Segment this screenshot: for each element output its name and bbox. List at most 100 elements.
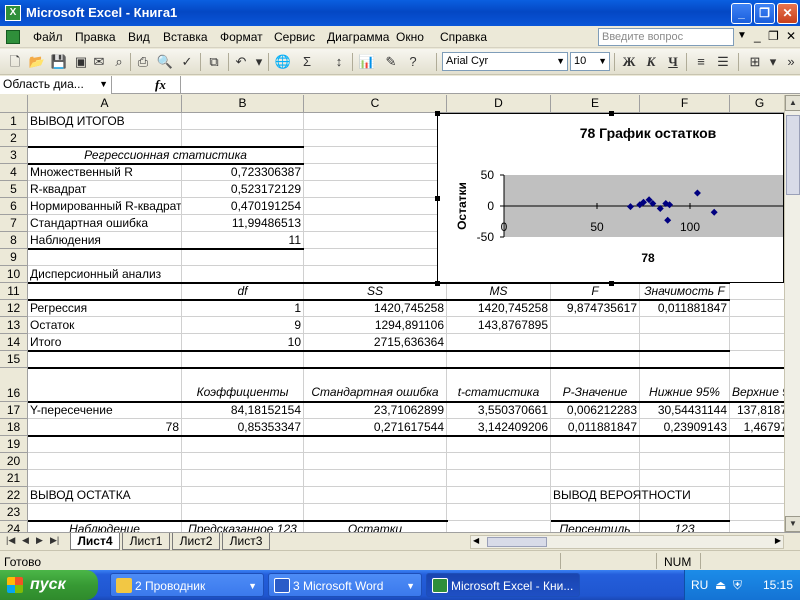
chevron-down-icon[interactable]: ▼ (737, 30, 747, 41)
row-header-18[interactable]: 18 (0, 419, 28, 436)
cell-e19[interactable] (551, 436, 640, 453)
language-indicator[interactable]: RU (691, 578, 708, 592)
cell-b6[interactable]: 0,470191254 (182, 198, 304, 215)
scroll-up-icon[interactable]: ▲ (785, 95, 800, 111)
last-sheet-icon[interactable]: ▶| (50, 535, 59, 546)
menu-window[interactable]: Окно (396, 30, 424, 44)
row-header-15[interactable]: 15 (0, 351, 28, 368)
cell-c5[interactable] (304, 181, 447, 198)
cell-c19[interactable] (304, 436, 447, 453)
cell-f17[interactable]: 30,54431144 (640, 402, 730, 419)
function-icon[interactable]: fx (155, 77, 166, 93)
copy-icon[interactable]: ⧉ (205, 53, 223, 71)
menu-chart[interactable]: Диаграмма (327, 30, 389, 44)
column-header-f[interactable]: F (640, 95, 730, 113)
cell-a24[interactable]: Наблюдение (28, 521, 182, 532)
cell-c14[interactable]: 2715,636364 (304, 334, 447, 351)
cell-e15[interactable] (551, 351, 640, 368)
cell-f19[interactable] (640, 436, 730, 453)
font-size-select[interactable]: 10 ▼ (570, 52, 610, 71)
cell-e18[interactable]: 0,011881847 (551, 419, 640, 436)
row-header-12[interactable]: 12 (0, 300, 28, 317)
align-center-icon[interactable]: ☰ (714, 53, 732, 71)
cell-c21[interactable] (304, 470, 447, 487)
row-header-1[interactable]: 1 (0, 113, 28, 130)
italic-button[interactable]: К (642, 53, 660, 71)
undo-icon[interactable]: ↶ (232, 53, 250, 71)
cell-c6[interactable] (304, 198, 447, 215)
cell-f24[interactable]: 123 (640, 521, 730, 532)
email-icon[interactable]: ✉ (90, 53, 108, 71)
residual-chart[interactable]: 78 График остатков Остатки 78 50 0 -50 0 50 100 (437, 113, 784, 283)
font-name-select[interactable]: Arial Cyr ▼ (442, 52, 568, 71)
cell-b14[interactable]: 10 (182, 334, 304, 351)
menu-view[interactable]: Вид (128, 30, 150, 44)
cell-d21[interactable] (447, 470, 551, 487)
cell-b22[interactable] (182, 487, 304, 504)
row-header-9[interactable]: 9 (0, 249, 28, 266)
cell-e16[interactable]: P-Значение (551, 368, 640, 402)
cell-a5[interactable]: R-квадрат (28, 181, 182, 198)
cell-f21[interactable] (640, 470, 730, 487)
name-box[interactable]: Область диа... ▼ (0, 76, 112, 94)
row-header-24[interactable]: 24 (0, 521, 28, 532)
cell-c7[interactable] (304, 215, 447, 232)
cell-b11[interactable]: df (182, 283, 304, 300)
close-button[interactable]: ✕ (777, 3, 798, 24)
task-word[interactable]: 3 Microsoft Word ▼ (268, 573, 422, 597)
cell-g12[interactable] (730, 300, 784, 317)
doc-close-button[interactable]: ✕ (786, 29, 796, 43)
cell-b10[interactable] (182, 266, 304, 283)
cell-d14[interactable] (447, 334, 551, 351)
menu-tools[interactable]: Сервис (274, 30, 315, 44)
cell-c10[interactable] (304, 266, 447, 283)
row-header-23[interactable]: 23 (0, 504, 28, 521)
cell-g18[interactable]: 1,46797 (730, 419, 784, 436)
cell-e23[interactable] (551, 504, 640, 521)
minimize-button[interactable]: _ (731, 3, 752, 24)
cell-g16[interactable]: Верхние 95% (730, 368, 784, 402)
cell-b4[interactable]: 0,723306387 (182, 164, 304, 181)
cell-c9[interactable] (304, 249, 447, 266)
cell-g23[interactable] (730, 504, 784, 521)
row-header-22[interactable]: 22 (0, 487, 28, 504)
cell-b16[interactable]: Коэффициенты (182, 368, 304, 402)
sheet-tab-3[interactable]: Лист3 (222, 533, 270, 550)
resize-handle[interactable] (435, 196, 440, 201)
column-header-e[interactable]: E (551, 95, 640, 113)
task-excel[interactable]: Microsoft Excel - Кни... (426, 573, 580, 597)
cell-a21[interactable] (28, 470, 182, 487)
cell-d18[interactable]: 3,142409206 (447, 419, 551, 436)
task-explorer[interactable]: 2 Проводник ▼ (110, 573, 264, 597)
cell-e21[interactable] (551, 470, 640, 487)
cell-c24[interactable]: Остатки (304, 521, 447, 532)
cell-c22[interactable] (304, 487, 447, 504)
cell-b1[interactable] (182, 113, 304, 130)
cell-a14[interactable]: Итого (28, 334, 182, 351)
cell-b19[interactable] (182, 436, 304, 453)
cell-b8[interactable]: 11 (182, 232, 304, 249)
cell-a7[interactable]: Стандартная ошибка (28, 215, 182, 232)
cell-c18[interactable]: 0,271617544 (304, 419, 447, 436)
cell-c17[interactable]: 23,71062899 (304, 402, 447, 419)
safely-remove-icon[interactable]: ⏏ (715, 578, 726, 592)
next-sheet-icon[interactable]: ▶ (36, 535, 43, 546)
cell-c16[interactable]: Стандартная ошибка (304, 368, 447, 402)
cell-e14[interactable] (551, 334, 640, 351)
cell-f18[interactable]: 0,23909143 (640, 419, 730, 436)
cell-b18[interactable]: 0,85353347 (182, 419, 304, 436)
cell-a18[interactable]: 78 (28, 419, 182, 436)
cell-a12[interactable]: Регрессия (28, 300, 182, 317)
cell-g17[interactable]: 137,8187 (730, 402, 784, 419)
resize-handle[interactable] (609, 111, 614, 116)
borders-icon[interactable]: ⊞ (746, 53, 764, 71)
cell-a3[interactable]: Регрессионная статистика (28, 147, 304, 164)
chart-wizard-icon[interactable]: 📊 (358, 53, 376, 71)
cell-a1[interactable]: ВЫВОД ИТОГОВ (28, 113, 182, 130)
doc-minimize-button[interactable]: _ (754, 29, 761, 43)
cell-a13[interactable]: Остаток (28, 317, 182, 334)
cell-c15[interactable] (304, 351, 447, 368)
hscroll-thumb[interactable] (487, 537, 547, 547)
row-header-6[interactable]: 6 (0, 198, 28, 215)
cell-b7[interactable]: 11,99486513 (182, 215, 304, 232)
